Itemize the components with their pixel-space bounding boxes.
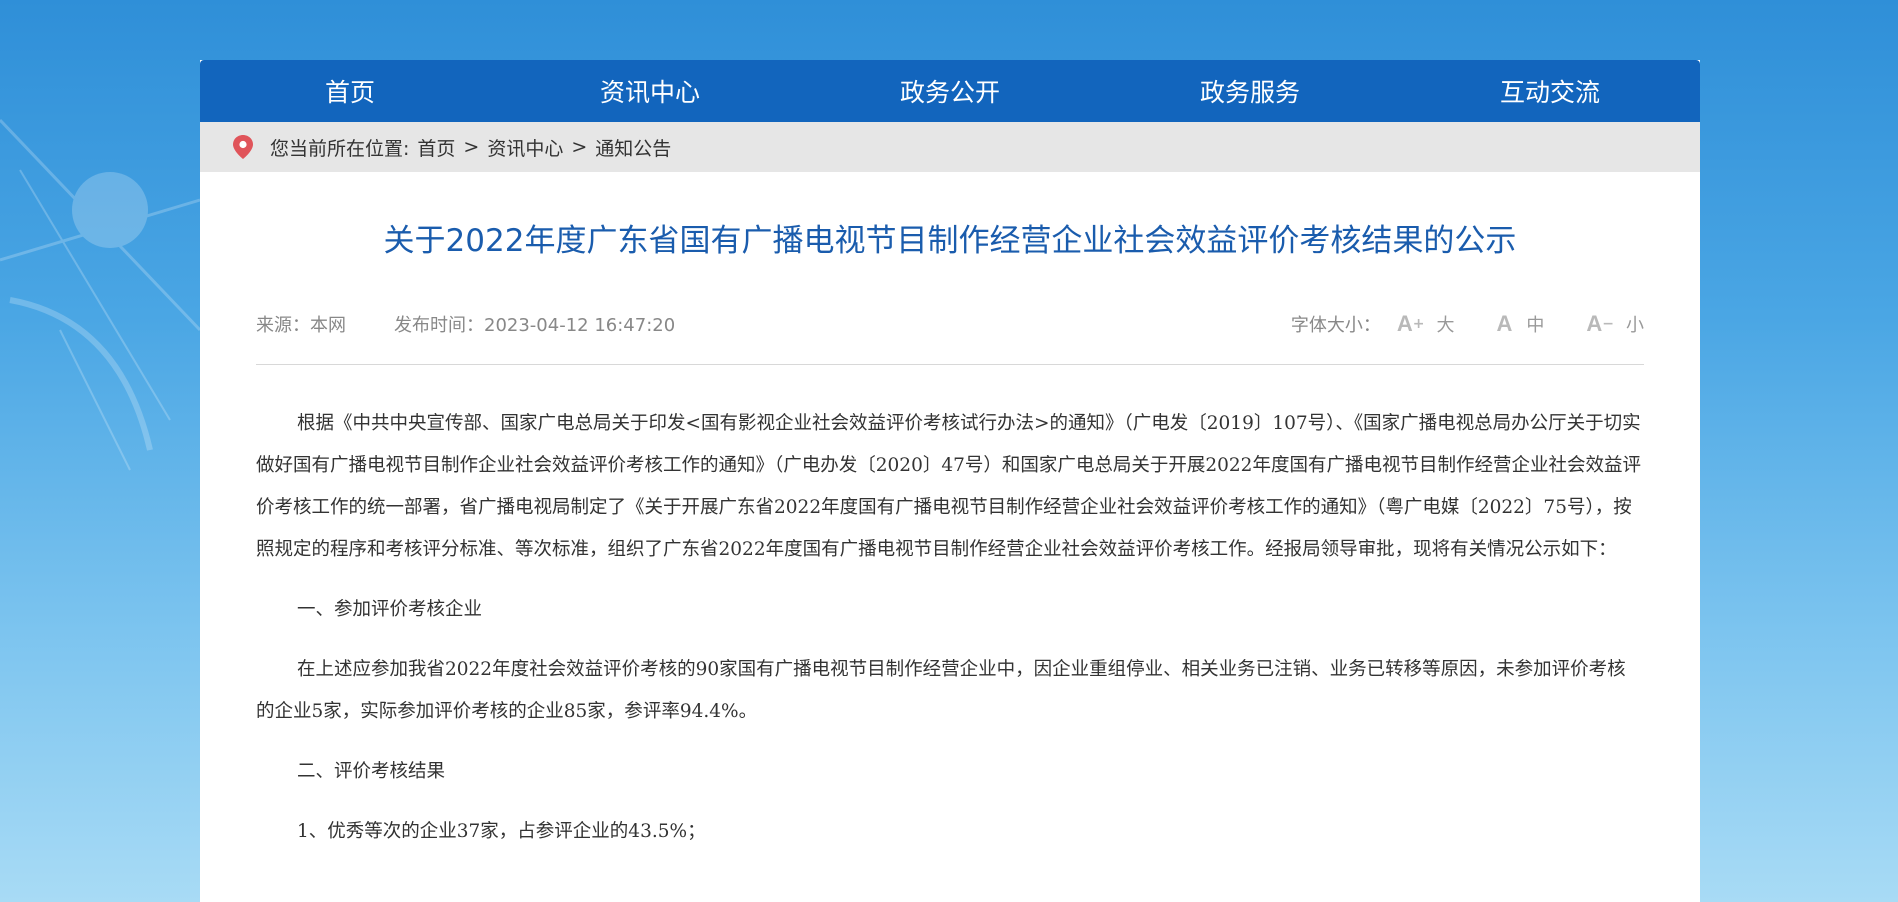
article-section-heading: 二、评价考核结果	[297, 761, 446, 782]
article-paragraph: 在上述应参加我省2022年度社会效益评价考核的90家国有广播电视节目制作经营企业…	[256, 659, 1626, 722]
main-nav: 首页 资讯中心 政务公开 政务服务 互动交流	[200, 60, 1700, 122]
breadcrumb: 您当前所在位置: 首页 > 资讯中心 > 通知公告	[200, 122, 1700, 172]
article-publish-time: 发布时间：2023-04-12 16:47:20	[394, 315, 676, 336]
location-pin-icon	[233, 135, 253, 159]
font-size-medium-button[interactable]: A 中	[1496, 311, 1544, 337]
breadcrumb-separator: >	[463, 136, 480, 158]
font-size-small-label: 小	[1626, 315, 1644, 336]
page-container: 首页 资讯中心 政务公开 政务服务 互动交流 您当前所在位置: 首页 > 资讯中…	[200, 60, 1700, 902]
font-normal-icon: A	[1496, 311, 1513, 336]
nav-item-interaction[interactable]: 互动交流	[1400, 73, 1700, 109]
article-meta: 来源：本网 发布时间：2023-04-12 16:47:20 字体大小： A +…	[256, 306, 1644, 365]
article-paragraph: 1、优秀等次的企业37家，占参评企业的43.5%；	[297, 821, 706, 842]
nav-item-government-affairs[interactable]: 政务公开	[800, 73, 1100, 109]
font-increase-icon: A	[1396, 311, 1413, 336]
font-decrease-icon-sign: −	[1602, 316, 1614, 332]
breadcrumb-item-news-center[interactable]: 资讯中心	[487, 134, 563, 161]
font-size-medium-label: 中	[1526, 315, 1545, 336]
article-title: 关于2022年度广东省国有广播电视节目制作经营企业社会效益评价考核结果的公示	[383, 223, 1517, 259]
breadcrumb-item-home[interactable]: 首页	[417, 134, 455, 161]
article-source: 来源：本网	[256, 315, 346, 336]
font-size-label: 字体大小：	[1290, 315, 1381, 336]
article-paragraph: 根据《中共中央宣传部、国家广电总局关于印发<国有影视企业社会效益评价考核试行办法…	[256, 413, 1641, 560]
nav-item-government-services[interactable]: 政务服务	[1100, 73, 1400, 109]
font-size-large-label: 大	[1436, 315, 1455, 336]
nav-item-home[interactable]: 首页	[200, 73, 500, 109]
breadcrumb-label: 您当前所在位置:	[270, 137, 410, 160]
font-increase-icon-sign: +	[1412, 316, 1425, 332]
font-size-small-button[interactable]: A − 小	[1586, 311, 1644, 337]
background-decoration	[0, 118, 202, 471]
nav-item-news-center[interactable]: 资讯中心	[500, 73, 800, 109]
font-decrease-icon: A	[1586, 311, 1603, 336]
article: 关于2022年度广东省国有广播电视节目制作经营企业社会效益评价考核结果的公示 来…	[200, 172, 1700, 853]
breadcrumb-separator: >	[571, 136, 588, 158]
article-content: 根据《中共中央宣传部、国家广电总局关于印发<国有影视企业社会效益评价考核试行办法…	[256, 403, 1644, 853]
font-size-large-button[interactable]: A + 大	[1397, 311, 1455, 337]
article-section-heading: 一、参加评价考核企业	[297, 599, 483, 620]
breadcrumb-item-notices[interactable]: 通知公告	[595, 134, 671, 161]
